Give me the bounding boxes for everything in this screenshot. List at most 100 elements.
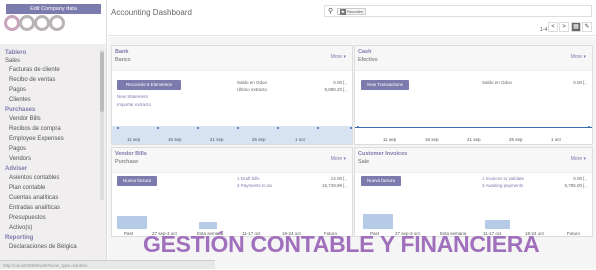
chart-bar[interactable]	[363, 214, 393, 229]
star-icon: ★	[340, 9, 346, 15]
sidebar-menu-item[interactable]: Vendors	[0, 154, 100, 164]
pager-next-button[interactable]: >	[559, 22, 569, 32]
payments-to-do-link[interactable]: 2 Payments to do	[237, 183, 272, 188]
sidebar-menu-item[interactable]: Asientos contables	[0, 173, 100, 183]
payments-to-do-value: 15,749.99 [..	[321, 183, 347, 188]
sidebar-menu: Tablero Sales Facturas de cliente Recibo de…	[0, 48, 100, 252]
balance-line	[355, 127, 592, 128]
sidebar-menu-item[interactable]: Clientes	[0, 95, 100, 105]
sidebar-menu-item[interactable]: Employee Expenses	[0, 134, 100, 144]
sidebar-section-title: Adviser	[5, 166, 28, 172]
sidebar-menu-item[interactable]: Vendor Bills	[0, 114, 100, 124]
sidebar-menu-item[interactable]: Presupuestos	[0, 213, 100, 223]
page-title: Accounting Dashboard	[111, 8, 192, 17]
balance-value: 0.00 [..	[573, 80, 587, 85]
card-title[interactable]: Vendor Bills	[115, 151, 147, 157]
sidebar-menu-item[interactable]: Recibo de ventas	[0, 75, 100, 85]
balance-label: Saldo en Odoo	[482, 80, 513, 85]
edit-company-button[interactable]: Edit Company data	[6, 4, 101, 14]
new-statement-link[interactable]: New Statement	[117, 94, 148, 99]
x-tick-label: 21 sep	[467, 137, 481, 142]
x-tick-label: 11 sep	[383, 137, 397, 142]
card-title[interactable]: Cash	[358, 49, 371, 55]
sidebar: Edit Company data Tablero Sales Facturas d…	[0, 0, 107, 269]
sidebar-menu-item[interactable]: Recibos de compra	[0, 124, 100, 134]
balance-value: 0.00 [..	[333, 80, 347, 85]
x-tick-label: 11 sep	[127, 137, 141, 142]
sidebar-menu-item[interactable]: Activo(s)	[0, 223, 100, 233]
card-title[interactable]: Bank	[115, 49, 128, 55]
invoices-to-validate-link[interactable]: 1 Invoices to validate	[482, 176, 524, 181]
journal-card-bank: Bank Banco More ▾ Reconcile 5 Elementos …	[111, 45, 353, 145]
sidebar-menu-item[interactable]: Pagos	[0, 144, 100, 154]
status-bar-url: http://odoo8:8069/web#view_type=kanban	[0, 260, 215, 269]
more-dropdown[interactable]: More ▾	[571, 54, 586, 60]
x-tick-label: 16 sep	[168, 137, 182, 142]
journal-card-customer-invoices: Customer Invoices Sale More ▾ Nueva fact…	[354, 147, 593, 237]
card-header: Vendor Bills Purchase More ▾	[112, 148, 352, 173]
search-icon[interactable]: ⚲	[328, 7, 333, 15]
card-title[interactable]: Customer Invoices	[358, 151, 407, 157]
last-statement-label: Último extracto	[237, 87, 268, 92]
sidebar-section-title: Tablero	[5, 50, 27, 56]
graph-dot	[357, 126, 359, 128]
x-tick-label: 26 sep	[509, 137, 523, 142]
reconcile-button[interactable]: Reconcile 5 Elementos	[117, 80, 181, 90]
sidebar-menu-item[interactable]: Entradas analíticas	[0, 203, 100, 213]
kanban-view-icon[interactable]: ▦	[571, 22, 581, 32]
x-tick-label: 16 sep	[425, 137, 439, 142]
more-dropdown[interactable]: More ▾	[571, 156, 586, 162]
journal-card-cash: Cash Efectivo More ▾ New Transactions Sa…	[354, 45, 593, 145]
card-subtitle: Sale	[358, 159, 370, 165]
journal-card-vendor-bills: Vendor Bills Purchase More ▾ Nueva factu…	[111, 147, 353, 237]
new-invoice-button[interactable]: Nueva factura	[361, 176, 401, 186]
main-area: Accounting Dashboard ⚲ ★Favorites 1-4 / …	[108, 0, 596, 269]
awaiting-payments-link[interactable]: 3 Awaiting payments	[482, 183, 523, 188]
card-subtitle: Efectivo	[358, 57, 378, 63]
filter-tag[interactable]: ★ Favorites	[337, 8, 367, 15]
card-header: Cash Efectivo More ▾	[355, 46, 592, 71]
sidebar-menu-item[interactable]: Declaraciones de Bélgica	[0, 242, 100, 252]
new-transactions-button[interactable]: New Transactions	[361, 80, 409, 90]
sidebar-menu-item[interactable]: Facturas de cliente	[0, 65, 100, 75]
sidebar-menu-item[interactable]: Pagos	[0, 85, 100, 95]
balance-label: Saldo en Odoo	[237, 80, 268, 85]
invoices-to-validate-value: 0.00 [..	[573, 176, 587, 181]
balance-graph[interactable]	[112, 126, 352, 144]
import-statement-link[interactable]: Importar extracto	[117, 102, 151, 107]
company-logo	[4, 15, 65, 31]
sidebar-section-title: Reporting	[5, 235, 34, 241]
pager-prev-button[interactable]: <	[548, 22, 558, 32]
top-bar: Accounting Dashboard ⚲ ★Favorites 1-4 / …	[108, 0, 596, 36]
card-header: Customer Invoices Sale More ▾	[355, 148, 592, 173]
chart-bar[interactable]	[117, 216, 147, 229]
more-dropdown[interactable]: More ▾	[331, 156, 346, 162]
sidebar-menu-item[interactable]: Plan contable	[0, 183, 100, 193]
awaiting-payments-value: 5,785.00 [..	[564, 183, 587, 188]
search-input[interactable]: ⚲ ★ Favorites	[324, 5, 592, 17]
graph-dot	[588, 126, 590, 128]
x-tick-label: 21 sep	[210, 137, 224, 142]
x-tick-label: Past	[124, 231, 134, 236]
card-header: Bank Banco More ▾	[112, 46, 352, 71]
sidebar-section-title: Purchases	[5, 107, 36, 113]
last-statement-value: 8,998.20 [..	[324, 87, 347, 92]
sidebar-subsection: Sales	[5, 58, 21, 64]
x-tick-label: 1 oct	[295, 137, 305, 142]
new-bill-button[interactable]: Nueva factura	[117, 176, 157, 186]
card-subtitle: Banco	[115, 57, 131, 63]
x-tick-label: 26 sep	[252, 137, 266, 142]
x-tick-label: 1 oct	[551, 137, 561, 142]
chart-bar[interactable]	[199, 222, 217, 229]
edit-layout-icon[interactable]: ✎	[582, 22, 592, 32]
sidebar-menu-item[interactable]: Cuentas analíticas	[0, 193, 100, 203]
company-logo-area: Edit Company data	[0, 0, 106, 44]
x-tick-label: Futuro	[567, 231, 581, 236]
card-subtitle: Purchase	[115, 159, 139, 165]
draft-bills-link[interactable]: 1 Draft bills	[237, 176, 260, 181]
banner-title: GESTIÓN CONTABLE Y FINANCIERA	[143, 231, 540, 257]
more-dropdown[interactable]: More ▾	[331, 54, 346, 60]
draft-bills-value: 14.00 [..	[330, 176, 347, 181]
sidebar-scroll-thumb[interactable]	[100, 52, 104, 112]
chart-bar[interactable]	[485, 220, 510, 229]
